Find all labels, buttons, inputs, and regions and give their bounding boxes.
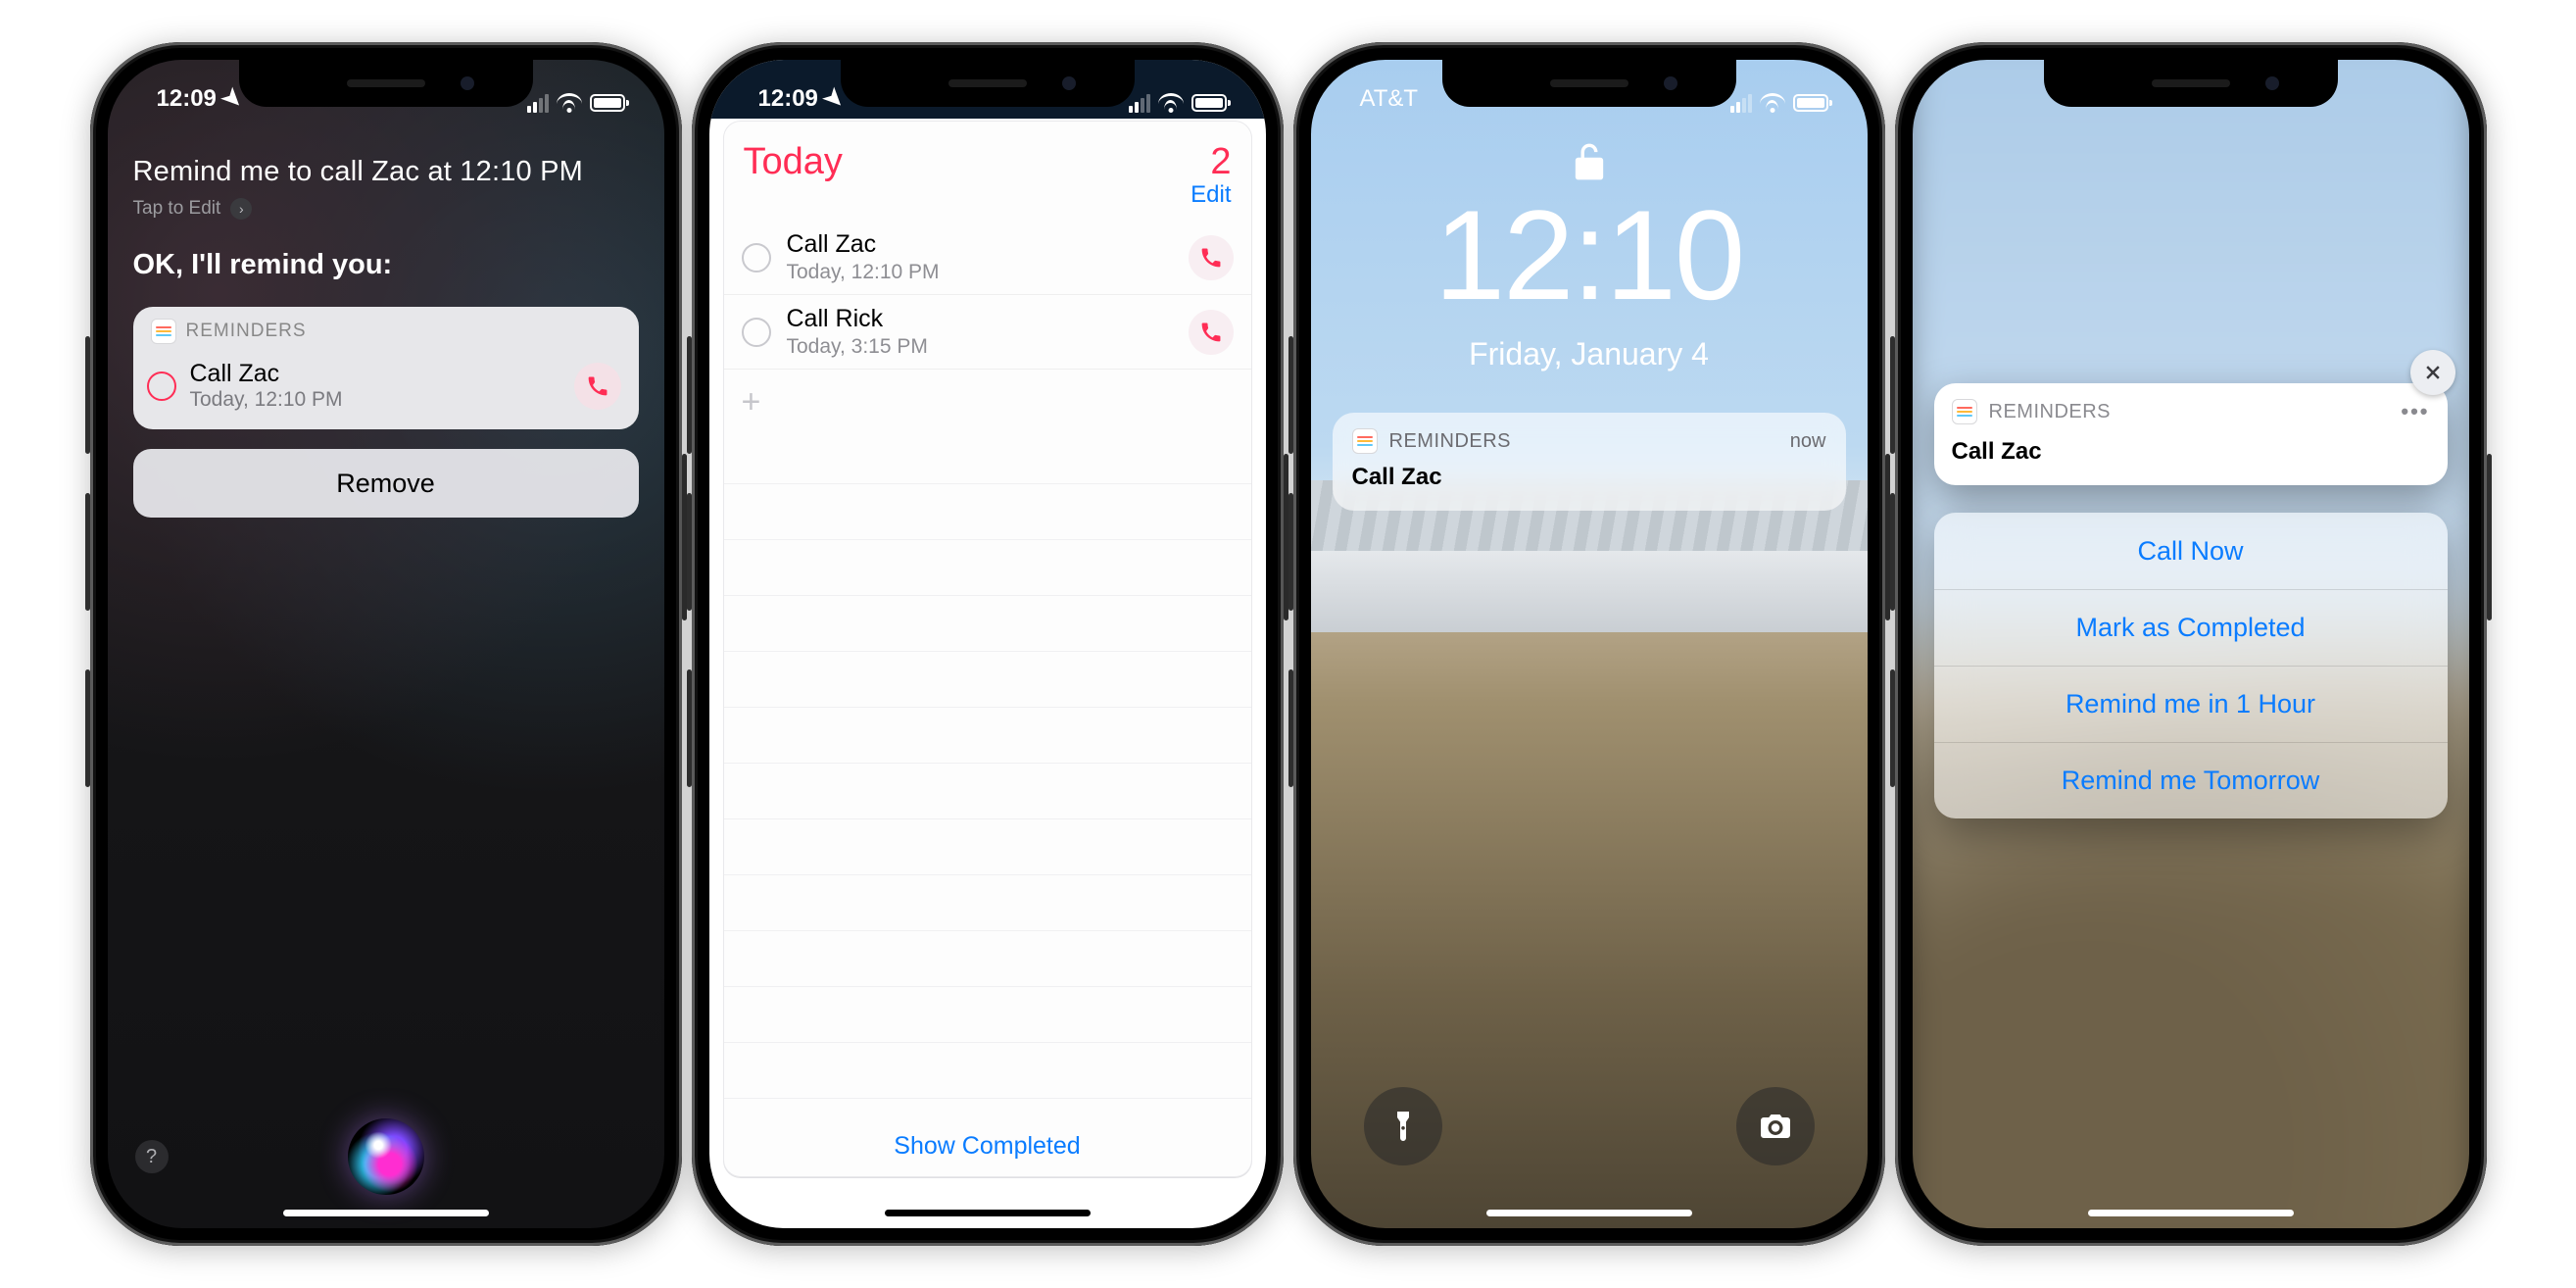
carrier-label: AT&T bbox=[1360, 85, 1419, 113]
tap-to-edit-button[interactable]: Tap to Edit › bbox=[133, 198, 639, 220]
action-mark-completed[interactable]: Mark as Completed bbox=[1934, 589, 2448, 666]
notification-card[interactable]: REMINDERS now Call Zac bbox=[1333, 413, 1846, 511]
reminders-list: Call Zac Today, 12:10 PM Call Rick Today… bbox=[724, 221, 1251, 1176]
home-indicator[interactable] bbox=[283, 1210, 489, 1216]
cell-signal-icon bbox=[1730, 94, 1752, 113]
wifi-icon bbox=[1760, 93, 1785, 113]
notification-title: Call Zac bbox=[1934, 434, 2448, 485]
cell-signal-icon bbox=[1129, 94, 1150, 113]
reminders-app-icon bbox=[1352, 428, 1378, 454]
cell-signal-icon bbox=[527, 94, 549, 113]
notch bbox=[2044, 60, 2338, 107]
flashlight-icon bbox=[1385, 1109, 1421, 1144]
wifi-icon bbox=[557, 93, 582, 113]
reminders-app-icon bbox=[151, 319, 176, 344]
battery-icon bbox=[1191, 94, 1227, 112]
action-remind-tomorrow[interactable]: Remind me Tomorrow bbox=[1934, 742, 2448, 818]
reminders-app-icon bbox=[1952, 399, 1977, 424]
remove-button[interactable]: Remove bbox=[133, 449, 639, 518]
status-time: 12:09 bbox=[758, 85, 818, 113]
siri-query-text: Remind me to call Zac at 12:10 PM bbox=[133, 156, 639, 188]
more-button[interactable]: ••• bbox=[2401, 399, 2429, 424]
battery-icon bbox=[1793, 94, 1828, 112]
chevron-right-icon: › bbox=[230, 198, 252, 220]
phone-lock-screen: AT&T 12:10 Friday, January 4 REMINDERS n… bbox=[1293, 42, 1885, 1246]
reminders-card: Today 2 Edit Call Zac Today, 12:10 PM bbox=[723, 121, 1252, 1177]
action-remind-1-hour[interactable]: Remind me in 1 Hour bbox=[1934, 666, 2448, 742]
notification-detail-card[interactable]: REMINDERS ••• Call Zac bbox=[1934, 383, 2448, 485]
reminder-subtitle: Today, 12:10 PM bbox=[787, 261, 940, 284]
lock-time: 12:10 bbox=[1311, 181, 1868, 328]
notch bbox=[841, 60, 1135, 107]
phone-icon bbox=[1200, 322, 1222, 343]
action-call-now[interactable]: Call Now bbox=[1934, 513, 2448, 589]
notch bbox=[239, 60, 533, 107]
flashlight-button[interactable] bbox=[1364, 1087, 1442, 1165]
reminder-title: Call Zac bbox=[787, 230, 940, 259]
close-icon bbox=[2423, 363, 2443, 382]
status-time: 12:09 bbox=[157, 85, 217, 113]
phone-notification-actions: REMINDERS ••• Call Zac Call Now Mark as … bbox=[1895, 42, 2487, 1246]
reminder-row[interactable]: Call Rick Today, 3:15 PM bbox=[724, 294, 1251, 369]
siri-orb-icon[interactable] bbox=[348, 1118, 424, 1195]
notch bbox=[1442, 60, 1736, 107]
notification-time: now bbox=[1790, 430, 1826, 453]
reminder-bullet-icon[interactable] bbox=[147, 372, 176, 401]
phone-siri: 12:09 ➤ Remind me to call Zac at 12:10 P… bbox=[90, 42, 682, 1246]
reminder-row[interactable]: Call Zac Today, 12:10 PM bbox=[724, 221, 1251, 294]
phone-icon bbox=[587, 375, 608, 397]
notification-app-name: REMINDERS bbox=[1989, 401, 2112, 423]
phone-reminders-app: 12:09 ➤ Today 2 Edit bbox=[692, 42, 1284, 1246]
phone-icon bbox=[1200, 247, 1222, 269]
remove-button-label: Remove bbox=[336, 469, 435, 499]
close-button[interactable] bbox=[2410, 350, 2455, 395]
reminder-subtitle: Today, 3:15 PM bbox=[787, 335, 928, 359]
notification-app-name: REMINDERS bbox=[1389, 430, 1512, 453]
lock-date: Friday, January 4 bbox=[1311, 336, 1868, 372]
question-mark-icon: ? bbox=[146, 1146, 157, 1168]
reminder-count: 2 bbox=[1191, 141, 1231, 183]
call-button[interactable] bbox=[574, 363, 621, 410]
reminder-subtitle: Today, 12:10 PM bbox=[190, 388, 343, 412]
reminder-title: Call Rick bbox=[787, 305, 928, 333]
home-indicator[interactable] bbox=[2088, 1210, 2294, 1216]
reminder-app-name: REMINDERS bbox=[186, 321, 307, 342]
show-completed-button[interactable]: Show Completed bbox=[724, 1132, 1251, 1161]
notification-message: Call Zac bbox=[1352, 464, 1826, 491]
home-indicator[interactable] bbox=[1486, 1210, 1692, 1216]
home-indicator[interactable] bbox=[885, 1210, 1091, 1216]
reminder-preview-card[interactable]: REMINDERS Call Zac Today, 12:10 PM bbox=[133, 307, 639, 429]
complete-toggle[interactable] bbox=[742, 243, 771, 272]
siri-help-button[interactable]: ? bbox=[135, 1140, 169, 1173]
reminder-title: Call Zac bbox=[190, 360, 343, 388]
tap-to-edit-label: Tap to Edit bbox=[133, 198, 221, 220]
siri-response-text: OK, I'll remind you: bbox=[133, 249, 639, 281]
plus-icon: + bbox=[742, 383, 761, 421]
ruled-lines bbox=[724, 428, 1251, 1117]
camera-button[interactable] bbox=[1736, 1087, 1815, 1165]
action-list: Call Now Mark as Completed Remind me in … bbox=[1934, 513, 2448, 818]
call-button[interactable] bbox=[1189, 235, 1234, 280]
camera-icon bbox=[1758, 1109, 1793, 1144]
complete-toggle[interactable] bbox=[742, 318, 771, 347]
edit-button[interactable]: Edit bbox=[1191, 181, 1231, 209]
wifi-icon bbox=[1158, 93, 1184, 113]
call-button[interactable] bbox=[1189, 310, 1234, 355]
list-title: Today bbox=[744, 141, 843, 183]
battery-icon bbox=[590, 94, 625, 112]
add-reminder-button[interactable]: + bbox=[724, 369, 1251, 435]
